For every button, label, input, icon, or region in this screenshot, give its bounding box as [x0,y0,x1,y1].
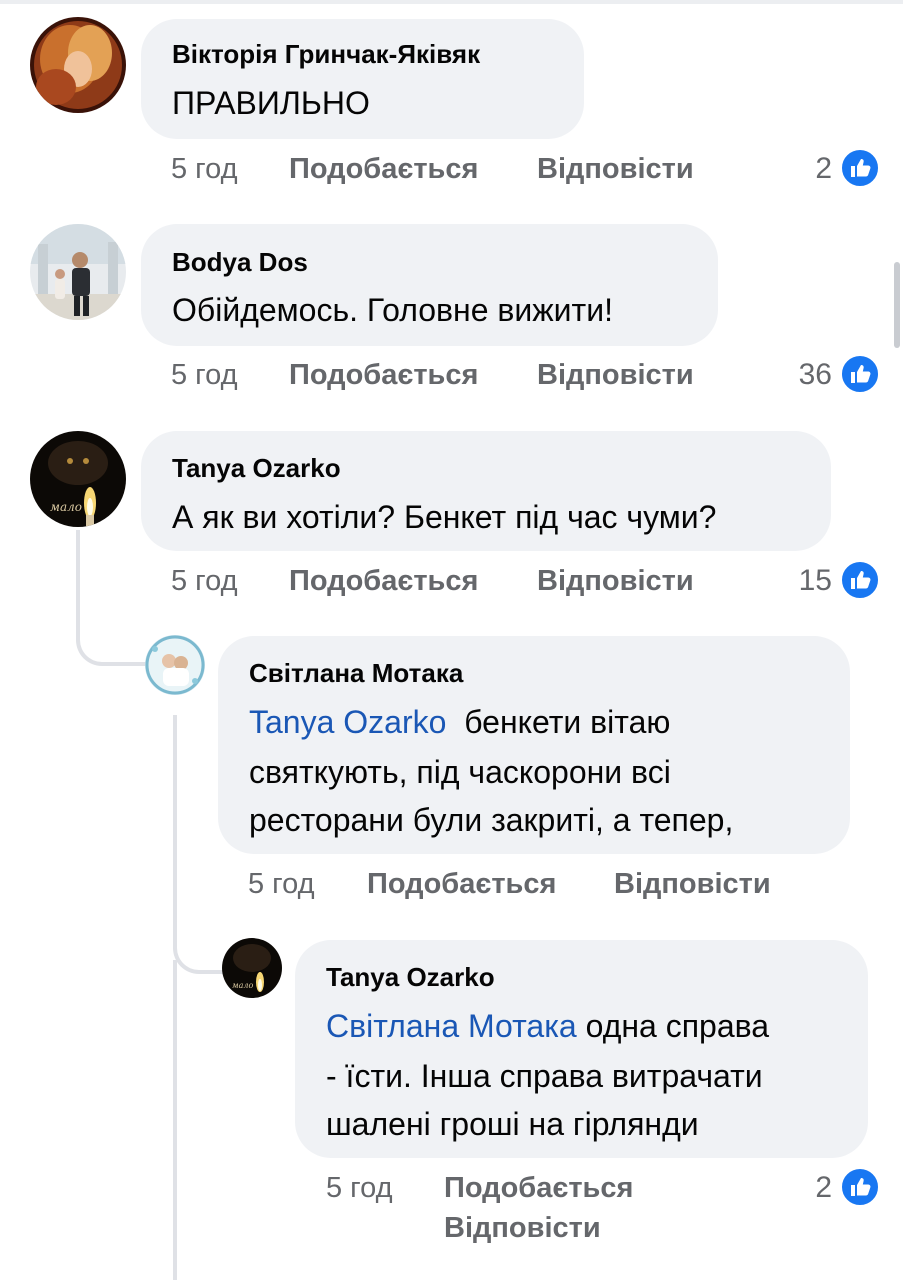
scrollbar[interactable] [894,262,900,348]
avatar[interactable] [145,635,205,695]
mention-link[interactable]: Tanya Ozarko [249,704,446,740]
comment-text: Обійдемось. Головне вижити! [172,292,613,328]
thumbs-up-icon[interactable] [840,148,880,188]
comment-author[interactable]: Bodya Dos [172,247,308,277]
like-button[interactable]: Подобається [289,152,478,186]
comment-time[interactable]: 5 год [171,564,238,598]
like-count[interactable]: 36 [772,358,832,392]
like-button[interactable]: Подобається [367,867,556,901]
reply-button[interactable]: Відповісти [537,358,694,392]
comment-time[interactable]: 5 год [248,867,315,901]
comment-text-line: - їсти. Інша справа витрачати [326,1058,763,1094]
avatar[interactable] [30,224,126,320]
thread-connector-curve [173,930,227,974]
reply-button[interactable]: Відповісти [444,1211,601,1245]
like-button[interactable]: Подобається [289,564,478,598]
like-button[interactable]: Подобається [444,1171,633,1205]
like-count[interactable]: 2 [772,1171,832,1205]
comment-text: ПРАВИЛЬНО [172,85,370,121]
comment-text: Світлана Мотака одна справа [326,1004,769,1048]
comment-time[interactable]: 5 год [171,358,238,392]
comment-author[interactable]: Tanya Ozarko [326,962,495,992]
like-count[interactable]: 2 [772,152,832,186]
comment-author[interactable]: Вікторія Гринчак-Яківяк [172,39,480,69]
comment-text-line: шалені гроші на гірлянди [326,1106,699,1142]
reply-button[interactable]: Відповісти [614,867,771,901]
comment-time[interactable]: 5 год [171,152,238,186]
comment-text-line: ресторани були закриті, а тепер, [249,802,734,838]
comment-time[interactable]: 5 год [326,1171,393,1205]
thumbs-up-icon[interactable] [840,354,880,394]
comment-text-line: бенкети вітаю [464,704,671,740]
reply-button[interactable]: Відповісти [537,564,694,598]
svg-text:мало: мало [50,500,82,514]
thread-connector [173,715,177,945]
comment-author[interactable]: Світлана Мотака [249,658,463,688]
top-divider [0,0,903,4]
avatar[interactable]: мало [222,938,282,998]
comment-text: А як ви хотіли? Бенкет під час чуми? [172,499,717,535]
comment-author[interactable]: Tanya Ozarko [172,453,341,483]
thumbs-up-icon[interactable] [840,560,880,600]
comment-text-line: одна справа [585,1008,770,1044]
mention-link[interactable]: Світлана Мотака [326,1008,577,1044]
comment-text: Tanya Ozarko бенкети вітаю [249,700,670,744]
thread-connector [173,960,177,1280]
avatar[interactable] [30,17,126,113]
comment-text-line: святкують, під часкорони всі [249,754,671,790]
like-button[interactable]: Подобається [289,358,478,392]
like-count[interactable]: 15 [772,564,832,598]
thread-connector-curve [76,620,150,666]
thread-connector [76,530,80,630]
thumbs-up-icon[interactable] [840,1167,880,1207]
avatar[interactable]: мало [30,431,126,527]
svg-text:мало: мало [232,981,253,990]
reply-button[interactable]: Відповісти [537,152,694,186]
